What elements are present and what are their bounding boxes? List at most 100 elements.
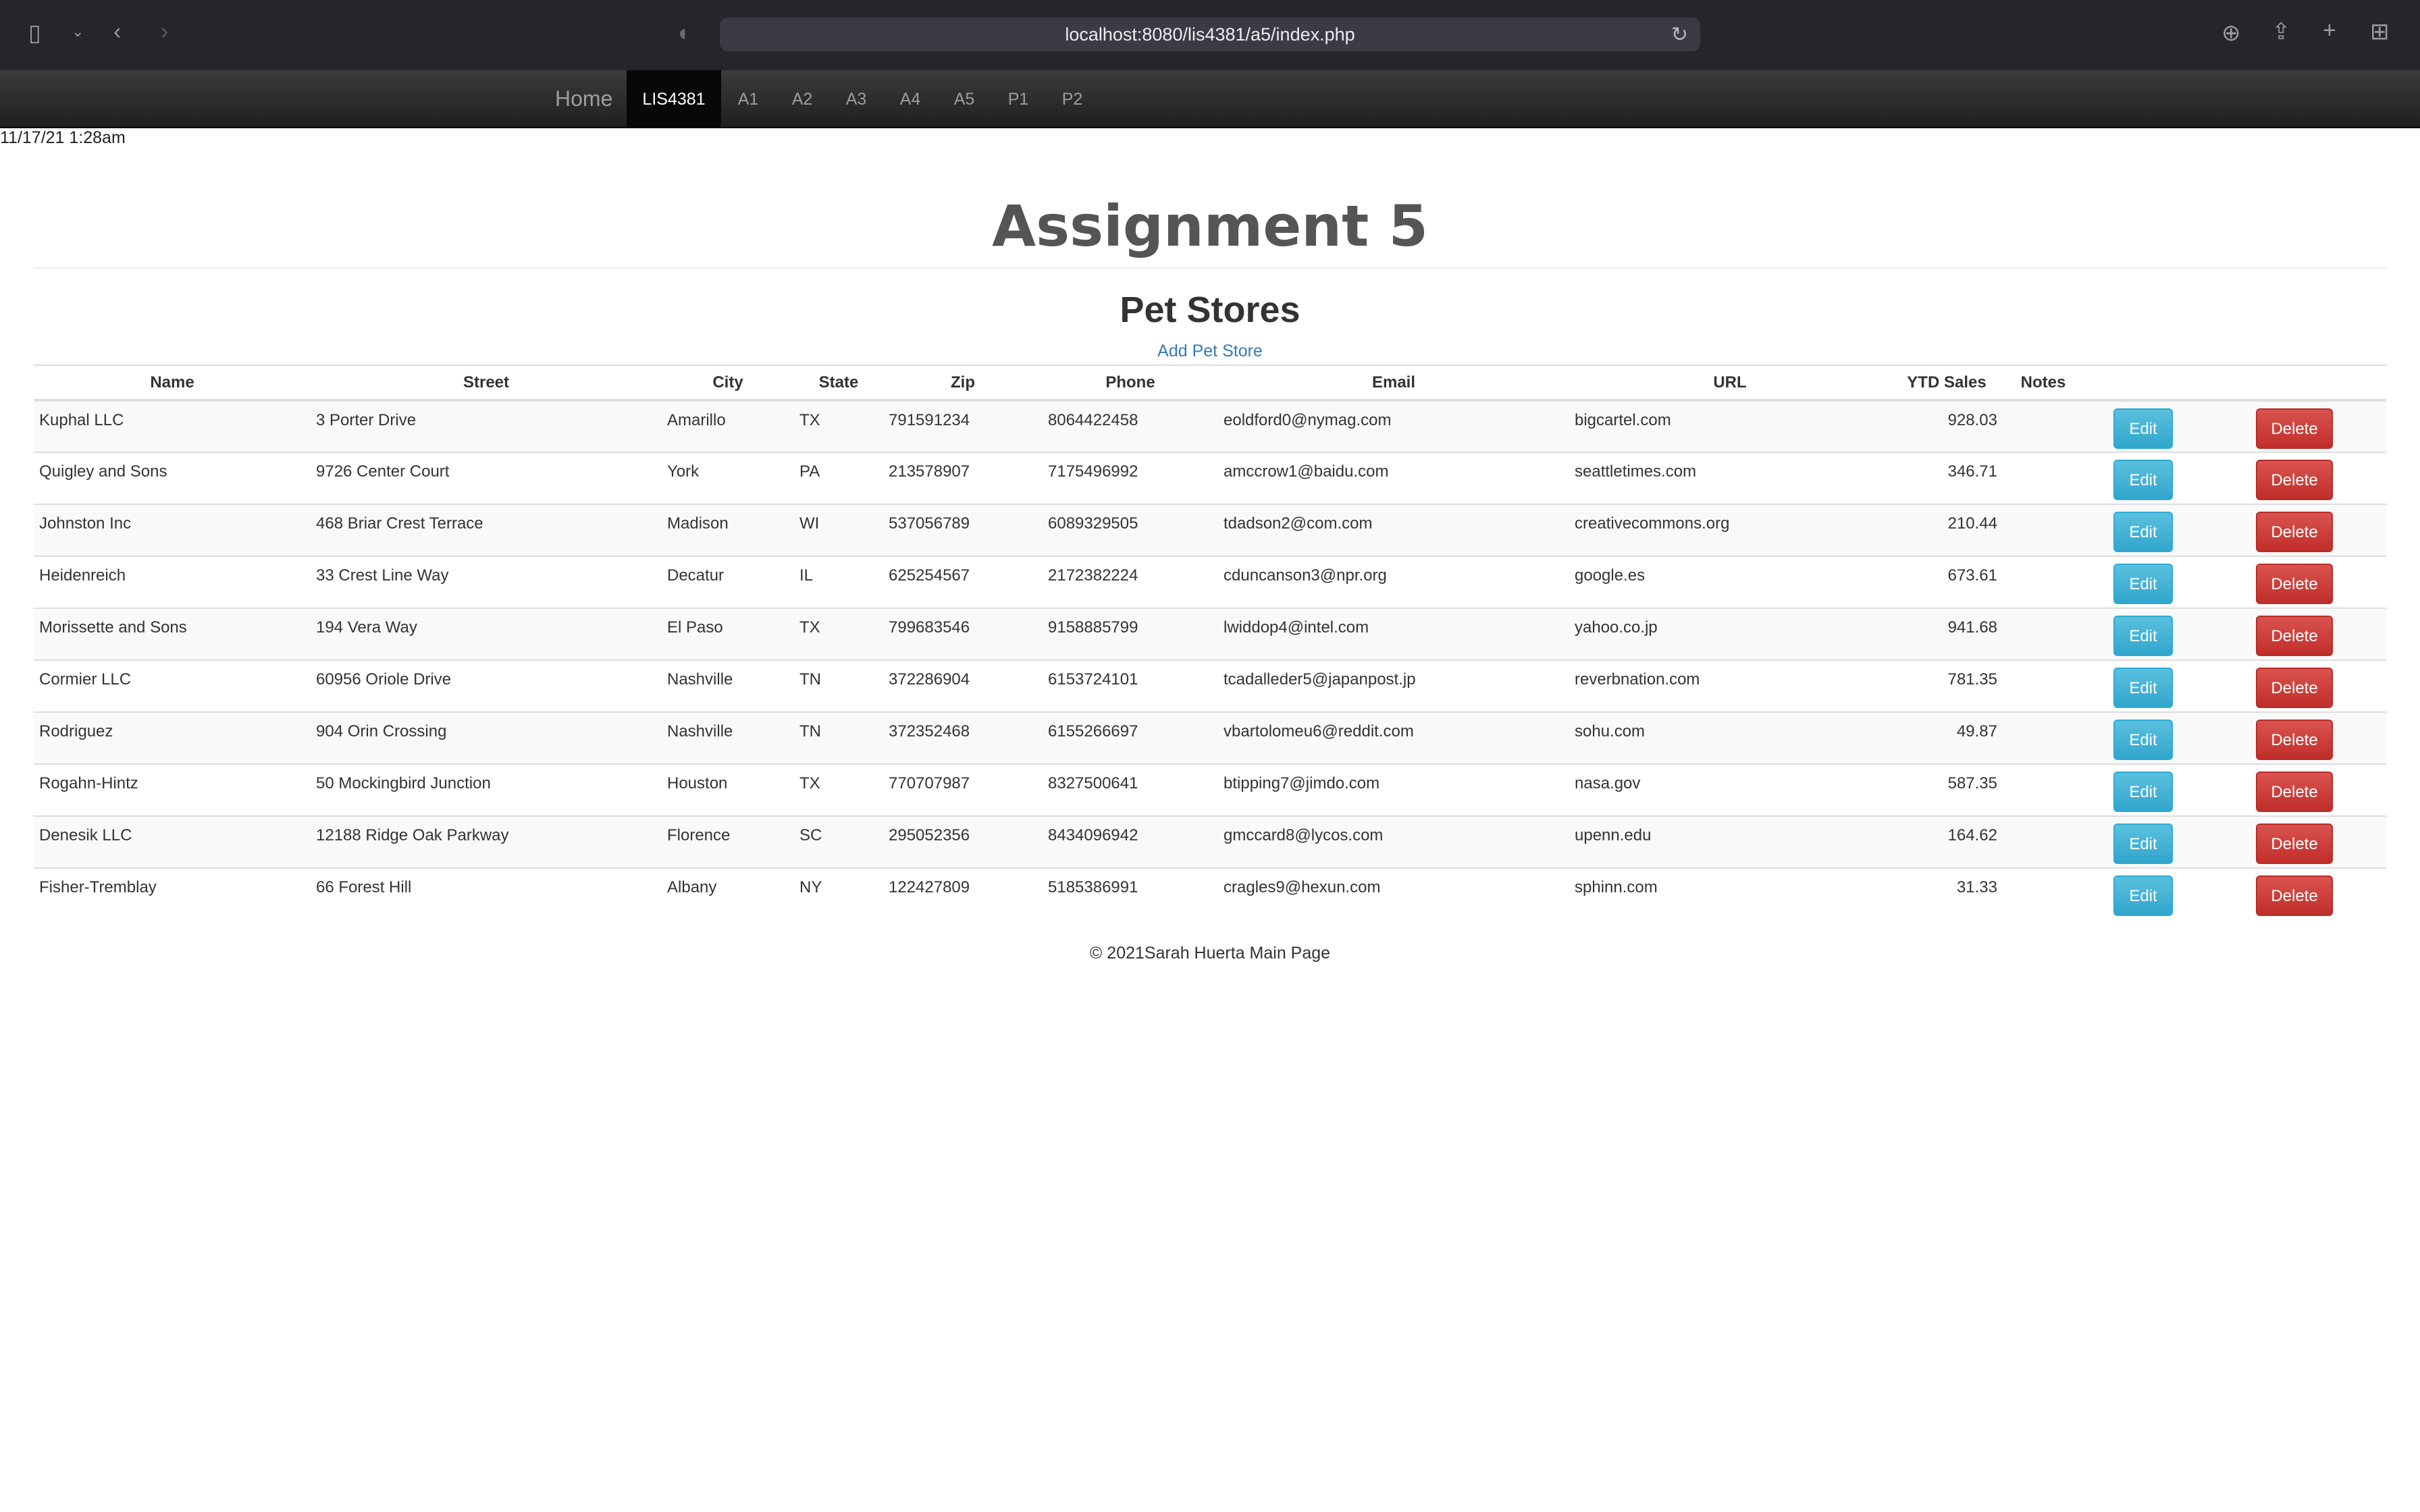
cell-name: Cormier LLC bbox=[34, 659, 311, 712]
tab-overview-icon[interactable]: ⊞ bbox=[2370, 20, 2390, 43]
cell-email: cragles9@hexun.com bbox=[1218, 867, 1569, 920]
cell-edit: Edit bbox=[2084, 867, 2203, 920]
sidebar-toggle-icon[interactable]: ▯ bbox=[28, 22, 41, 45]
delete-button[interactable]: Delete bbox=[2256, 824, 2333, 864]
cell-state: IL bbox=[794, 556, 883, 608]
cell-edit: Edit bbox=[2084, 711, 2203, 764]
cell-name: Johnston Inc bbox=[34, 504, 311, 556]
cell-state: TN bbox=[794, 711, 883, 764]
page-footer: © 2021Sarah Huerta Main Page bbox=[1089, 944, 1331, 963]
cell-notes bbox=[2003, 763, 2084, 816]
cell-edit: Edit bbox=[2084, 556, 2203, 608]
reload-icon[interactable]: ↻ bbox=[1671, 23, 1688, 47]
edit-button[interactable]: Edit bbox=[2113, 408, 2173, 449]
delete-button[interactable]: Delete bbox=[2256, 408, 2333, 449]
nav-item-a5[interactable]: A5 bbox=[937, 70, 991, 128]
cell-delete: Delete bbox=[2203, 504, 2386, 556]
cell-email: lwiddop4@intel.com bbox=[1218, 608, 1569, 660]
cell-phone: 8327500641 bbox=[1043, 763, 1218, 816]
cell-notes bbox=[2003, 504, 2084, 556]
cell-state: NY bbox=[794, 867, 883, 920]
edit-button[interactable]: Edit bbox=[2113, 772, 2173, 812]
cell-delete: Delete bbox=[2203, 659, 2386, 712]
cell-state: PA bbox=[794, 452, 883, 504]
cell-delete: Delete bbox=[2203, 556, 2386, 608]
cell-street: 66 Forest Hill bbox=[311, 867, 662, 920]
cell-zip: 372352468 bbox=[883, 711, 1043, 764]
new-tab-icon[interactable]: + bbox=[2323, 19, 2336, 42]
cell-state: TX bbox=[794, 400, 883, 452]
cell-name: Heidenreich bbox=[34, 556, 311, 608]
nav-item-a3[interactable]: A3 bbox=[829, 70, 883, 128]
cell-email: tdadson2@com.com bbox=[1218, 504, 1569, 556]
cell-street: 468 Briar Crest Terrace bbox=[311, 504, 662, 556]
cell-sales: 31.33 bbox=[1891, 867, 2003, 920]
edit-button[interactable]: Edit bbox=[2113, 564, 2173, 604]
delete-button[interactable]: Delete bbox=[2256, 668, 2333, 708]
cell-zip: 372286904 bbox=[883, 659, 1043, 712]
nav-item-p1[interactable]: P1 bbox=[991, 70, 1045, 128]
delete-button[interactable]: Delete bbox=[2256, 564, 2333, 604]
edit-button[interactable]: Edit bbox=[2113, 875, 2173, 916]
chevron-down-icon[interactable]: ⌄ bbox=[72, 24, 84, 39]
nav-item-a1[interactable]: A1 bbox=[721, 70, 775, 128]
cell-phone: 6153724101 bbox=[1043, 659, 1218, 712]
cell-email: vbartolomeu6@reddit.com bbox=[1218, 711, 1569, 764]
edit-button[interactable]: Edit bbox=[2113, 460, 2173, 500]
cell-phone: 6089329505 bbox=[1043, 504, 1218, 556]
cell-sales: 941.68 bbox=[1891, 608, 2003, 660]
nav-item-a4[interactable]: A4 bbox=[883, 70, 937, 128]
nav-item-p2[interactable]: P2 bbox=[1045, 70, 1099, 128]
table-row: Morissette and Sons 194 Vera Way El Paso TX… bbox=[34, 608, 2386, 660]
delete-button[interactable]: Delete bbox=[2256, 875, 2333, 916]
edit-button[interactable]: Edit bbox=[2113, 824, 2173, 864]
nav-home-link[interactable]: Home bbox=[555, 86, 612, 111]
table-row: Fisher-Tremblay 66 Forest Hill Albany NY 122… bbox=[34, 867, 2386, 920]
cell-sales: 673.61 bbox=[1891, 556, 2003, 608]
delete-button[interactable]: Delete bbox=[2256, 460, 2333, 500]
table-row: Cormier LLC 60956 Oriole Drive Nashville TN… bbox=[34, 659, 2386, 712]
cell-city: Houston bbox=[662, 763, 794, 816]
column-header-city: City bbox=[662, 364, 794, 402]
cell-delete: Delete bbox=[2203, 763, 2386, 816]
cell-zip: 537056789 bbox=[883, 504, 1043, 556]
cell-state: TX bbox=[794, 763, 883, 816]
cell-edit: Edit bbox=[2084, 608, 2203, 660]
cell-sales: 781.35 bbox=[1891, 659, 2003, 712]
cell-url: bigcartel.com bbox=[1569, 400, 1891, 452]
delete-button[interactable]: Delete bbox=[2256, 720, 2333, 760]
address-bar[interactable]: localhost:8080/lis4381/a5/index.php ↻ bbox=[720, 18, 1700, 51]
delete-button[interactable]: Delete bbox=[2256, 772, 2333, 812]
cell-url: upenn.edu bbox=[1569, 815, 1891, 868]
cell-street: 194 Vera Way bbox=[311, 608, 662, 660]
cell-city: York bbox=[662, 452, 794, 504]
delete-button[interactable]: Delete bbox=[2256, 512, 2333, 552]
nav-item-a2[interactable]: A2 bbox=[775, 70, 829, 128]
cell-url: seattletimes.com bbox=[1569, 452, 1891, 504]
edit-button[interactable]: Edit bbox=[2113, 720, 2173, 760]
share-icon[interactable]: ⇪ bbox=[2271, 20, 2291, 43]
edit-button[interactable]: Edit bbox=[2113, 668, 2173, 708]
cell-city: Nashville bbox=[662, 711, 794, 764]
cell-name: Kuphal LLC bbox=[34, 400, 311, 452]
add-pet-store-link[interactable]: Add Pet Store bbox=[0, 342, 2420, 361]
cell-delete: Delete bbox=[2203, 711, 2386, 764]
table-row: Rodriguez 904 Orin Crossing Nashville TN 372… bbox=[34, 711, 2386, 764]
column-header-url: URL bbox=[1569, 364, 1891, 402]
cell-notes bbox=[2003, 608, 2084, 660]
site-navbar: Home LIS4381 A1 A2 A3 A4 A5 P1 P2 bbox=[0, 70, 2420, 128]
cell-phone: 2172382224 bbox=[1043, 556, 1218, 608]
nav-item-lis4381[interactable]: LIS4381 bbox=[627, 70, 721, 128]
delete-button[interactable]: Delete bbox=[2256, 616, 2333, 656]
edit-button[interactable]: Edit bbox=[2113, 616, 2173, 656]
download-icon[interactable]: ⊕ bbox=[2221, 22, 2241, 45]
forward-icon[interactable]: › bbox=[161, 20, 168, 43]
column-header-name: Name bbox=[34, 364, 311, 402]
cell-zip: 213578907 bbox=[883, 452, 1043, 504]
cell-delete: Delete bbox=[2203, 452, 2386, 504]
cell-zip: 791591234 bbox=[883, 400, 1043, 452]
back-icon[interactable]: ‹ bbox=[113, 20, 121, 43]
edit-button[interactable]: Edit bbox=[2113, 512, 2173, 552]
pet-stores-table: Name Street City State Zip Phone Email U… bbox=[34, 364, 2386, 920]
cell-notes bbox=[2003, 452, 2084, 504]
